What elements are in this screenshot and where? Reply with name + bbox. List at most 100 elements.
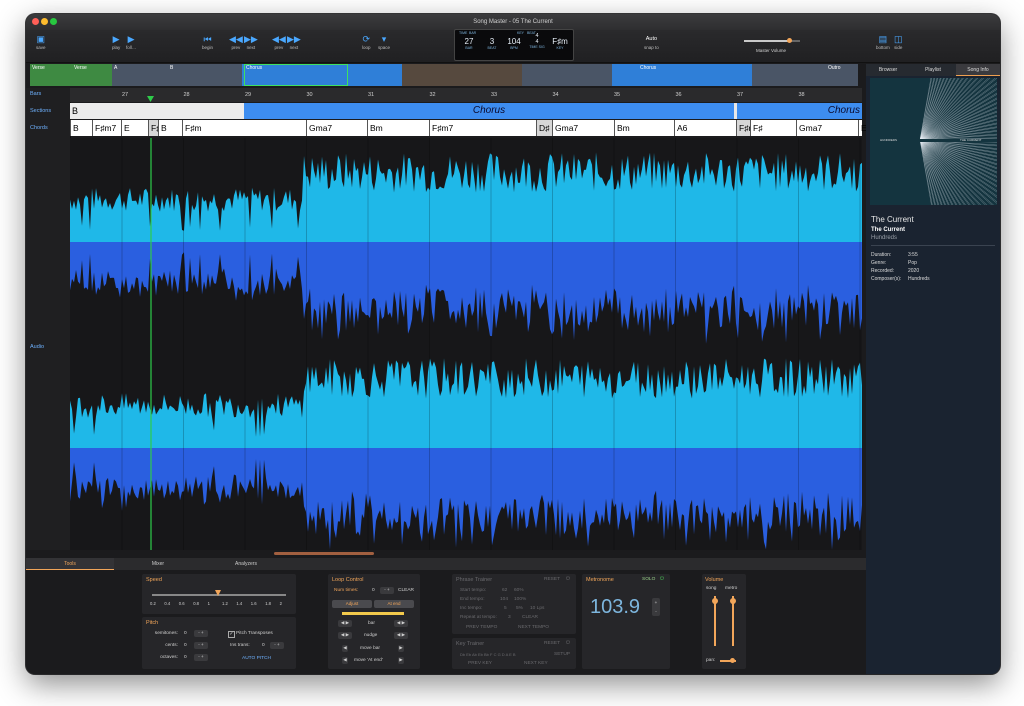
chord-cell[interactable]: Bm: [614, 120, 674, 136]
tab-playlist[interactable]: Playlist: [911, 64, 955, 76]
pitch-transposes-checkbox[interactable]: ✓: [228, 631, 235, 638]
loop-adjust-button[interactable]: Adjust: [332, 600, 372, 608]
tab-tools[interactable]: Tools: [26, 558, 114, 570]
track-label-sections[interactable]: Sections: [30, 108, 51, 114]
bar-adjust-right[interactable]: ◀ ▶: [394, 620, 408, 627]
cents-stepper[interactable]: - +: [194, 642, 208, 649]
follow-button[interactable]: ▶ foll…: [126, 34, 136, 50]
prev-section-button[interactable]: ◀◀ prev: [229, 34, 243, 50]
master-volume-knob[interactable]: [786, 38, 792, 43]
move-bar-right[interactable]: ▶: [398, 645, 404, 652]
nudge-left[interactable]: ◀ ▶: [338, 632, 352, 639]
metronome-stepper[interactable]: + -: [652, 598, 660, 616]
move-at-end-right[interactable]: ▶: [398, 657, 404, 664]
chord-cell[interactable]: B: [70, 120, 92, 136]
semitones-stepper[interactable]: - +: [194, 630, 208, 637]
move-bar-left[interactable]: ◀: [342, 645, 348, 652]
move-at-end-left[interactable]: ◀: [342, 657, 348, 664]
metro-volume-knob[interactable]: [730, 598, 736, 604]
loop-button[interactable]: ⟳ loop: [362, 34, 371, 50]
octaves-stepper[interactable]: - +: [194, 654, 208, 661]
audio-waveform[interactable]: [70, 138, 862, 550]
chord-cell[interactable]: Gma7: [306, 120, 367, 136]
chord-cell[interactable]: F♯m: [736, 120, 756, 136]
chord-cell[interactable]: A6: [674, 120, 736, 136]
song-overview[interactable]: Verse Verse A B Chorus Chorus Outro: [30, 64, 858, 86]
chord-cell[interactable]: F♯: [148, 120, 160, 136]
master-volume-slider[interactable]: [744, 38, 800, 43]
chord-cell[interactable]: E: [121, 120, 148, 136]
track-label-audio[interactable]: Audio: [30, 344, 44, 350]
nudge-right[interactable]: ◀ ▶: [394, 632, 408, 639]
speed-slider[interactable]: [152, 590, 286, 596]
chord-cell[interactable]: D♯: [536, 120, 552, 136]
loop-clear-button[interactable]: CLEAR: [398, 588, 414, 593]
track-headers: Bars Sections Chords Audio: [26, 88, 71, 550]
loop-at-end-button[interactable]: At end: [374, 600, 414, 608]
bottom-panel-button[interactable]: ▤ bottom: [876, 34, 890, 50]
track-label-bars[interactable]: Bars: [30, 91, 41, 97]
chord-cell[interactable]: Gma7: [796, 120, 858, 136]
num-times-stepper[interactable]: - +: [380, 587, 394, 594]
phrase-reset-button[interactable]: RESET: [544, 577, 560, 582]
track-label-chords[interactable]: Chords: [30, 125, 48, 131]
loop-range-bar[interactable]: [342, 612, 404, 615]
prev-key-button[interactable]: PREV KEY: [468, 661, 492, 666]
prev-bar-button[interactable]: ◀◀ prev: [272, 34, 286, 50]
tab-song-info[interactable]: Song Info: [956, 64, 1000, 76]
song-volume-slider[interactable]: [712, 596, 718, 646]
minimize-window-button[interactable]: [41, 18, 48, 25]
save-button[interactable]: ▣ save: [36, 34, 46, 50]
timeline-scrollbar[interactable]: [274, 552, 374, 555]
next-section-button[interactable]: ▶▶ next: [244, 34, 258, 50]
chord-cell[interactable]: F♯m: [182, 120, 306, 136]
section-chorus-2[interactable]: Chorus: [737, 103, 862, 119]
auto-pitch-button[interactable]: AUTO PITCH: [242, 656, 271, 661]
side-panel-button[interactable]: ◫ side: [894, 34, 903, 50]
tab-browser[interactable]: Browser: [866, 64, 910, 76]
metro-volume-slider[interactable]: [730, 596, 736, 646]
pan-knob[interactable]: [730, 658, 735, 663]
phrase-clear-button[interactable]: CLEAR: [522, 615, 538, 620]
chord-cell[interactable]: F♯m7: [429, 120, 536, 136]
chord-cell[interactable]: E: [858, 120, 867, 136]
begin-button[interactable]: ⏮ begin: [202, 34, 213, 50]
next-bar-button[interactable]: ▶▶ next: [287, 34, 301, 50]
chord-cell[interactable]: Bm: [367, 120, 429, 136]
section-b[interactable]: B: [70, 103, 246, 119]
metronome-bpm[interactable]: 103.9: [590, 596, 640, 619]
sections-track[interactable]: B Chorus Chorus: [70, 103, 862, 119]
chord-cell[interactable]: Gma7: [552, 120, 614, 136]
next-tempo-button[interactable]: NEXT TEMPO: [518, 625, 549, 630]
prev-tempo-button[interactable]: PREV TEMPO: [466, 625, 497, 630]
snap-to-button[interactable]: Auto snap to: [644, 34, 659, 50]
metronome-power-icon[interactable]: ⏻: [660, 576, 664, 582]
chord-cell[interactable]: F♯m7: [92, 120, 121, 136]
key-power-icon[interactable]: ⏻: [566, 640, 570, 646]
close-window-button[interactable]: [32, 18, 39, 25]
bar-ruler[interactable]: 27 28 29 30 31 32 33 34 35 36 37 38: [70, 88, 862, 102]
chord-cell[interactable]: B: [158, 120, 182, 136]
tab-analyzers[interactable]: Analyzers: [202, 558, 290, 570]
pan-slider[interactable]: [720, 658, 736, 663]
space-button[interactable]: ▾ space: [378, 34, 390, 50]
key-setup-button[interactable]: SETUP: [554, 652, 570, 657]
song-volume-knob[interactable]: [712, 598, 718, 604]
play-button[interactable]: ▶ play: [112, 34, 120, 50]
start-tempo-pct: 60%: [514, 588, 524, 593]
next-key-button[interactable]: NEXT KEY: [524, 661, 548, 666]
metronome-solo-button[interactable]: SOLO: [642, 577, 655, 582]
speed-knob[interactable]: [215, 590, 221, 596]
bar-adjust-left[interactable]: ◀ ▶: [338, 620, 352, 627]
duration-label: Duration:: [871, 252, 892, 258]
loop-label: loop: [362, 45, 371, 50]
zoom-window-button[interactable]: [50, 18, 57, 25]
chord-cell[interactable]: F♯: [750, 120, 796, 136]
tab-mixer[interactable]: Mixer: [114, 558, 202, 570]
ins-trans-stepper[interactable]: - +: [270, 642, 284, 649]
phrase-power-icon[interactable]: ⏻: [566, 576, 570, 582]
chords-track[interactable]: B F♯m7 E F♯ B F♯m Gma7 Bm F♯m7 D♯ Gma7 Bm A6 F♯m F♯ Gma…: [70, 120, 867, 136]
section-chorus[interactable]: Chorus: [244, 103, 734, 119]
playhead-marker[interactable]: [147, 96, 154, 102]
key-reset-button[interactable]: RESET: [544, 641, 560, 646]
